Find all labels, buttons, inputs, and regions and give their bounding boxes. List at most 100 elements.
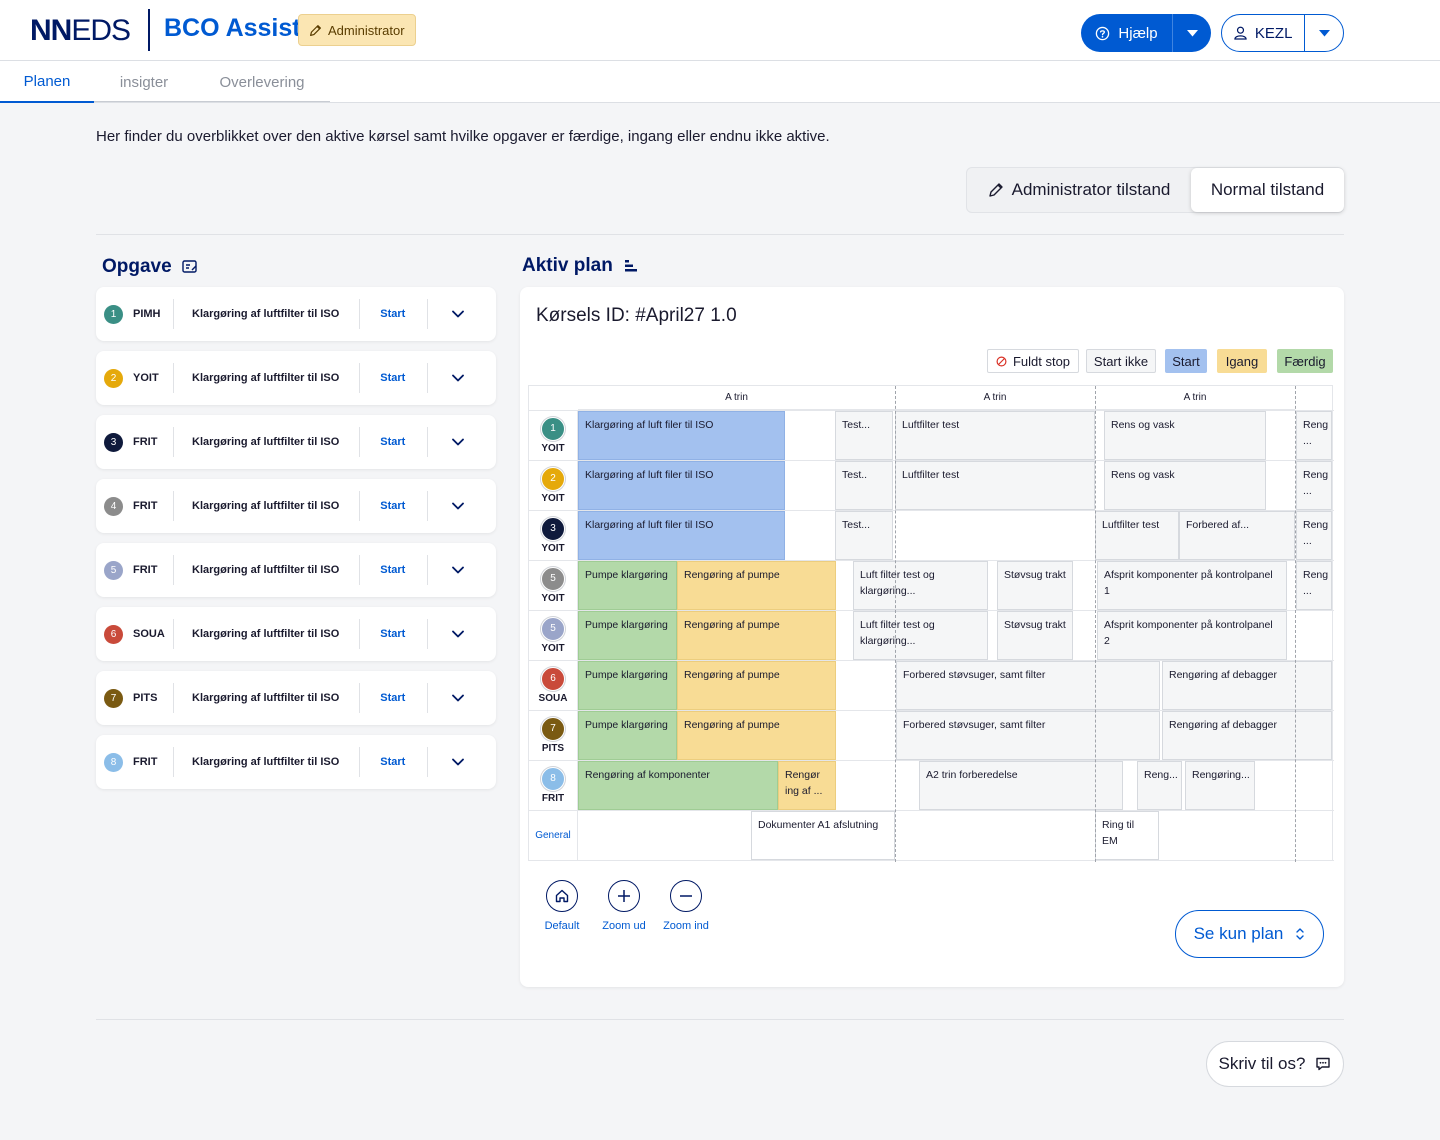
gantt-task-block[interactable]: Rens og vask	[1104, 411, 1266, 460]
gantt-task-block[interactable]: Luft filter test og klargøring...	[853, 611, 988, 660]
gantt-task-block[interactable]: Rengøring af debagger	[1162, 711, 1332, 760]
task-card[interactable]: 5 FRIT Klargøring af luftfilter til ISO Sta…	[96, 543, 496, 597]
gantt-row-label[interactable]: 8 FRIT	[529, 760, 578, 810]
zoom-out-button[interactable]: Zoom ud	[594, 880, 654, 932]
task-start-button[interactable]: Start	[360, 756, 427, 768]
gantt-task-block[interactable]: Reng ...	[1296, 411, 1332, 460]
gantt-task-block[interactable]: Afsprit komponenter på kontrolpanel 1	[1097, 561, 1287, 610]
gantt-task-block[interactable]: Dokumenter A1 afslutning	[751, 811, 895, 860]
help-dropdown-toggle[interactable]	[1173, 14, 1211, 52]
gantt-task-block[interactable]: Støvsug trakt	[997, 561, 1073, 610]
task-start-button[interactable]: Start	[360, 436, 427, 448]
gantt-task-block[interactable]: Rengøring af komponenter	[578, 761, 778, 810]
gantt-task-block[interactable]: Forbered af...	[1179, 511, 1295, 560]
task-expand-button[interactable]	[428, 607, 488, 661]
task-card[interactable]: 4 FRIT Klargøring af luftfilter til ISO Sta…	[96, 479, 496, 533]
gantt-task-block[interactable]: Reng ...	[1296, 561, 1332, 610]
tab-overlevering[interactable]: Overlevering	[194, 61, 330, 103]
task-expand-button[interactable]	[428, 351, 488, 405]
gantt-row-label[interactable]: 6 SOUA	[529, 660, 578, 710]
tab-planen[interactable]: Planen	[0, 61, 94, 103]
gantt-task-block[interactable]: Luft filter test og klargøring...	[853, 561, 988, 610]
gantt-task-block[interactable]: Klargøring af luft filer til ISO	[578, 511, 785, 560]
help-main[interactable]: Hjælp	[1081, 14, 1173, 52]
task-card[interactable]: 6 SOUA Klargøring af luftfilter til ISO Sta…	[96, 607, 496, 661]
legend-faerdig[interactable]: Færdig	[1277, 349, 1333, 373]
gantt-row-label[interactable]: 5 YOIT	[529, 610, 578, 660]
gantt-task-block[interactable]: Klargøring af luft filer til ISO	[578, 411, 785, 460]
view-toggle-button[interactable]: Se kun plan	[1175, 910, 1324, 958]
zoom-in-button[interactable]: Zoom ind	[656, 880, 716, 932]
gantt-task-block[interactable]: Reng ...	[1296, 461, 1332, 510]
user-main[interactable]: KEZL	[1222, 15, 1306, 51]
zoom-default-button[interactable]: Default	[532, 880, 592, 932]
task-expand-button[interactable]	[428, 671, 488, 725]
gantt-row-label-general[interactable]: General	[529, 810, 578, 860]
gantt-task-block[interactable]: Ring til EM	[1095, 811, 1159, 860]
gantt-task-block[interactable]: Forbered støvsuger, samt filter	[896, 711, 1160, 760]
gantt-task-block[interactable]: Reng...	[1137, 761, 1182, 810]
legend-start[interactable]: Start	[1165, 349, 1207, 373]
task-start-button[interactable]: Start	[360, 372, 427, 384]
gantt-task-block[interactable]: Støvsug trakt	[997, 611, 1073, 660]
gantt-task-block[interactable]: Rengøring af debagger	[1162, 661, 1332, 710]
legend-igang[interactable]: Igang	[1217, 349, 1267, 373]
task-start-button[interactable]: Start	[360, 500, 427, 512]
normal-mode-button[interactable]: Normal tilstand	[1191, 168, 1344, 212]
task-card[interactable]: 2 YOIT Klargøring af luftfilter til ISO Sta…	[96, 351, 496, 405]
gantt-task-block[interactable]: Rens og vask	[1104, 461, 1266, 510]
gantt-task-block[interactable]: Rengør ing af ...	[778, 761, 836, 810]
task-start-button[interactable]: Start	[360, 692, 427, 704]
gantt-task-block[interactable]: Pumpe klargøring	[578, 661, 677, 710]
gantt-row-label[interactable]: 1 YOIT	[529, 410, 578, 460]
gantt-task-block[interactable]: Rengøring af pumpe	[677, 611, 836, 660]
task-expand-button[interactable]	[428, 415, 488, 469]
task-number-badge: 4	[104, 496, 123, 516]
gantt-task-block[interactable]: Reng ...	[1296, 511, 1332, 560]
legend-start-ikke[interactable]: Start ikke	[1086, 349, 1156, 373]
legend-full-stop[interactable]: Fuldt stop	[987, 349, 1079, 373]
gantt-task-block[interactable]: A2 trin forberedelse	[919, 761, 1123, 810]
task-card[interactable]: 7 PITS Klargøring af luftfilter til ISO Sta…	[96, 671, 496, 725]
user-menu-button[interactable]: KEZL	[1221, 14, 1344, 52]
section-divider	[96, 234, 1344, 235]
gantt-task-block[interactable]: Test..	[835, 461, 893, 510]
task-card[interactable]: 1 PIMH Klargøring af luftfilter til ISO Sta…	[96, 287, 496, 341]
gantt-task-block[interactable]: Klargøring af luft filer til ISO	[578, 461, 785, 510]
tab-insigter[interactable]: insigter	[94, 61, 194, 103]
task-expand-button[interactable]	[428, 479, 488, 533]
gantt-task-block[interactable]: Rengøring af pumpe	[677, 561, 836, 610]
task-list-icon[interactable]	[182, 260, 198, 274]
task-start-button[interactable]: Start	[360, 308, 427, 320]
feedback-button[interactable]: Skriv til os?	[1206, 1041, 1344, 1087]
gantt-task-block[interactable]: Afsprit komponenter på kontrolpanel 2	[1097, 611, 1287, 660]
task-card[interactable]: 3 FRIT Klargøring af luftfilter til ISO Sta…	[96, 415, 496, 469]
help-button[interactable]: Hjælp	[1081, 14, 1211, 52]
gantt-task-block[interactable]: Rengøring...	[1185, 761, 1255, 810]
gantt-row-label[interactable]: 2 YOIT	[529, 460, 578, 510]
gantt-icon[interactable]	[623, 258, 639, 274]
gantt-task-block[interactable]: Test...	[835, 511, 893, 560]
gantt-task-block[interactable]: Luftfilter test	[1095, 511, 1179, 560]
gantt-row-label[interactable]: 5 YOIT	[529, 560, 578, 610]
task-expand-button[interactable]	[428, 543, 488, 597]
gantt-task-block[interactable]: Pumpe klargøring	[578, 561, 677, 610]
task-card[interactable]: 8 FRIT Klargøring af luftfilter til ISO Sta…	[96, 735, 496, 789]
gantt-task-block[interactable]: Luftfilter test	[895, 411, 1095, 460]
gantt-task-block[interactable]: Pumpe klargøring	[578, 711, 677, 760]
gantt-row-label[interactable]: 3 YOIT	[529, 510, 578, 560]
gantt-task-block[interactable]: Test...	[835, 411, 893, 460]
task-expand-button[interactable]	[428, 735, 488, 789]
task-expand-button[interactable]	[428, 287, 488, 341]
gantt-task-block[interactable]: Luftfilter test	[895, 461, 1095, 510]
task-start-button[interactable]: Start	[360, 628, 427, 640]
gantt-row-label[interactable]: 7 PITS	[529, 710, 578, 760]
gantt-task-block[interactable]: Forbered støvsuger, samt filter	[896, 661, 1160, 710]
task-start-button[interactable]: Start	[360, 564, 427, 576]
user-dropdown-toggle[interactable]	[1305, 15, 1343, 51]
admin-mode-button[interactable]: Administrator tilstand	[967, 168, 1191, 212]
gantt-task-block[interactable]: Rengøring af pumpe	[677, 711, 836, 760]
gantt-task-block[interactable]: Pumpe klargøring	[578, 611, 677, 660]
nneds-logo[interactable]: NN EDS	[30, 13, 131, 49]
gantt-task-block[interactable]: Rengøring af pumpe	[677, 661, 836, 710]
